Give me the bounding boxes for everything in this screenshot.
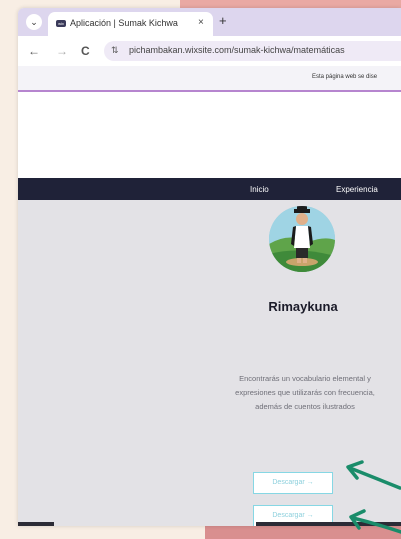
address-bar: ← → C ⇅ pichambakan.wixsite.com/sumak-ki…	[18, 36, 401, 66]
close-tab-icon[interactable]: ×	[198, 17, 204, 28]
nav-link-inicio[interactable]: Inicio	[250, 185, 269, 194]
notice-text: Esta página web se dise	[312, 74, 378, 80]
url-text: pichambakan.wixsite.com/sumak-kichwa/mat…	[129, 45, 345, 55]
nav-link-experiencia[interactable]: Experiencia	[336, 185, 378, 194]
annotation-arrow-icon-1	[346, 460, 401, 490]
header-space	[18, 92, 401, 178]
page-description: Encontrarás un vocabulario elemental y e…	[235, 374, 375, 411]
active-tab[interactable]: wix Aplicación | Sumak Kichwa ×	[48, 12, 213, 36]
reload-icon[interactable]: C	[81, 44, 90, 58]
child-illustration-icon	[269, 206, 335, 272]
footer-strip-left	[18, 522, 54, 526]
tab-search-menu-button[interactable]: ⌄	[26, 14, 42, 30]
notice-bar: Esta página web se dise	[18, 66, 401, 92]
tab-bar: ⌄ wix Aplicación | Sumak Kichwa × +	[18, 8, 401, 36]
new-tab-button[interactable]: +	[219, 13, 227, 28]
tab-title: Aplicación | Sumak Kichwa	[70, 18, 178, 28]
url-field[interactable]: ⇅ pichambakan.wixsite.com/sumak-kichwa/m…	[104, 41, 401, 61]
forward-icon[interactable]: →	[56, 44, 68, 58]
page-title: Rimaykuna	[268, 299, 338, 314]
avatar	[269, 206, 335, 272]
back-icon[interactable]: ←	[28, 44, 40, 58]
site-settings-icon[interactable]: ⇅	[111, 45, 119, 56]
browser-window: ⌄ wix Aplicación | Sumak Kichwa × + ← → …	[18, 8, 401, 526]
favicon-icon: wix	[56, 20, 66, 27]
site-nav-bar: Inicio Experiencia	[18, 178, 401, 200]
annotation-arrow-icon-2	[349, 509, 401, 534]
download-button-1[interactable]: Descargar →	[253, 472, 333, 494]
